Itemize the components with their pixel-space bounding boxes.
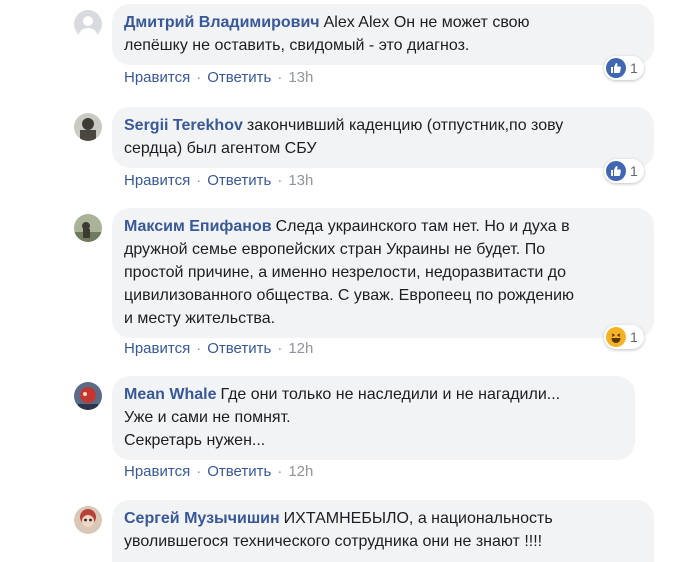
author-name[interactable]: Дмитрий Владимирович [124,14,320,31]
avatar[interactable] [74,382,102,410]
comment-text: лепёшку не оставить, свидомый - это диаг… [124,37,470,54]
timestamp[interactable]: 12h [288,340,313,357]
reaction-count-value: 1 [630,60,638,76]
comment-text: ИХТАМНЕБЫЛО, а национальность [283,510,553,527]
comment-text: цивилизованного общества. С уваж. Европе… [124,287,575,304]
comment-text: Секретарь нужен... [124,432,266,449]
author-name[interactable]: Максим Епифанов [124,218,272,235]
like-button[interactable]: Нравится [124,172,190,189]
comment-bubble: Mean Whale Где они только не наследили и … [112,376,635,460]
avatar[interactable] [74,10,102,38]
comment-text: простой причине, а именно незрелости, не… [124,264,567,281]
avatar[interactable] [74,506,102,534]
timestamp[interactable]: 12h [288,463,313,480]
comment-text: дружной семье европейских стран Украины … [124,241,546,258]
comment-bubble: Максим Епифанов Следа украинского там нет… [112,208,654,338]
reaction-count-value: 1 [630,329,638,345]
reply-button[interactable]: Ответить [207,69,271,86]
comment-bubble: Сергей Музычишин ИХТАМНЕБЫЛО, а националь… [112,500,654,562]
comment-bubble: Дмитрий Владимирович Alex Alex Он не може… [112,4,654,65]
reaction-count[interactable]: 1 [604,325,644,349]
author-name[interactable]: Сергей Музычишин [124,510,280,527]
like-button[interactable]: Нравится [124,340,190,357]
comment-text: и месту жительства. [124,310,276,327]
author-name[interactable]: Sergii Terekhov [124,117,243,134]
comment-text: Следа украинского там нет. Но и духа в [275,218,570,235]
reply-button[interactable]: Ответить [207,340,271,357]
author-name[interactable]: Mean Whale [124,386,216,403]
comment-text: закончивший каденцию (отпустник,по зову [246,117,564,134]
avatar[interactable] [74,214,102,242]
like-icon [606,58,626,78]
comment-actions: Нравится · Ответить · 12h [124,463,314,480]
comment-text: Alex Alex Он не может свою [323,14,530,31]
comment-actions: Нравится · Ответить · 13h [124,69,314,86]
timestamp[interactable]: 13h [288,69,313,86]
comment-text: сердца) был агентом СБУ [124,140,317,157]
like-icon [606,161,626,181]
comment-actions: Нравится · Ответить · 12h [124,340,314,357]
like-button[interactable]: Нравится [124,463,190,480]
reaction-count[interactable]: 1 [604,56,644,80]
haha-icon [606,327,626,347]
comment-text: Где они только не наследили и не нагадил… [220,386,561,403]
reply-button[interactable]: Ответить [207,172,271,189]
like-button[interactable]: Нравится [124,69,190,86]
avatar[interactable] [74,113,102,141]
comment-bubble: Sergii Terekhov закончивший каденцию (отп… [112,107,654,168]
reply-button[interactable]: Ответить [207,463,271,480]
timestamp[interactable]: 13h [288,172,313,189]
comment-text: Уже и сами не помнят. [124,409,291,426]
comment-text: уволившегося технического сотрудника они… [124,533,543,550]
reaction-count[interactable]: 1 [604,159,644,183]
comment-actions: Нравится · Ответить · 13h [124,172,314,189]
reaction-count-value: 1 [630,163,638,179]
